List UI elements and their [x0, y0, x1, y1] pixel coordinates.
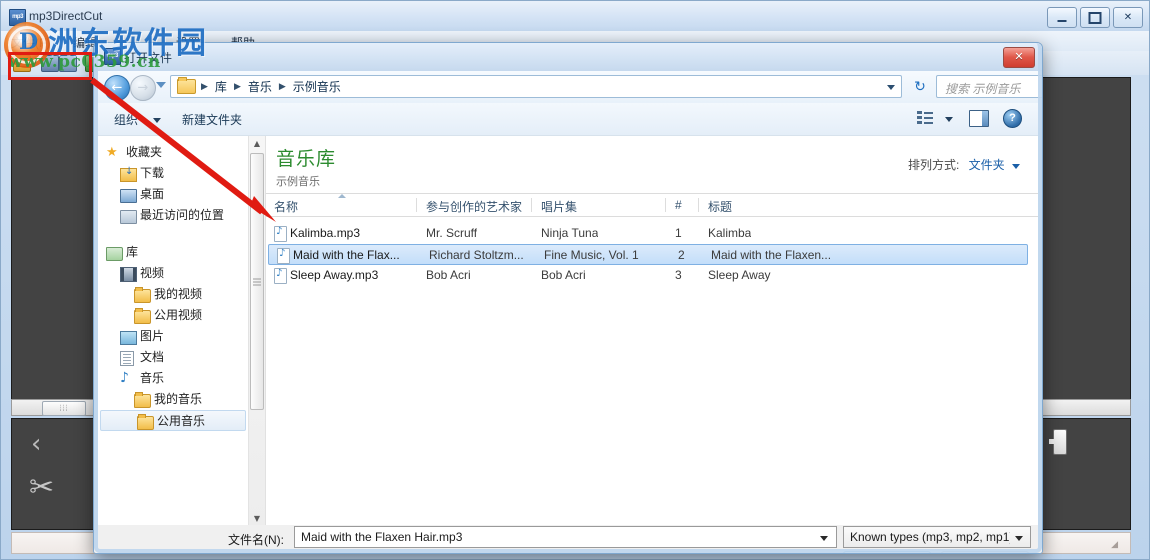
screen: mp3 mp3DirectCut ✕ 文件(F) 编辑 设置 帮助	[0, 0, 1150, 560]
annotation-arrow	[90, 77, 276, 222]
